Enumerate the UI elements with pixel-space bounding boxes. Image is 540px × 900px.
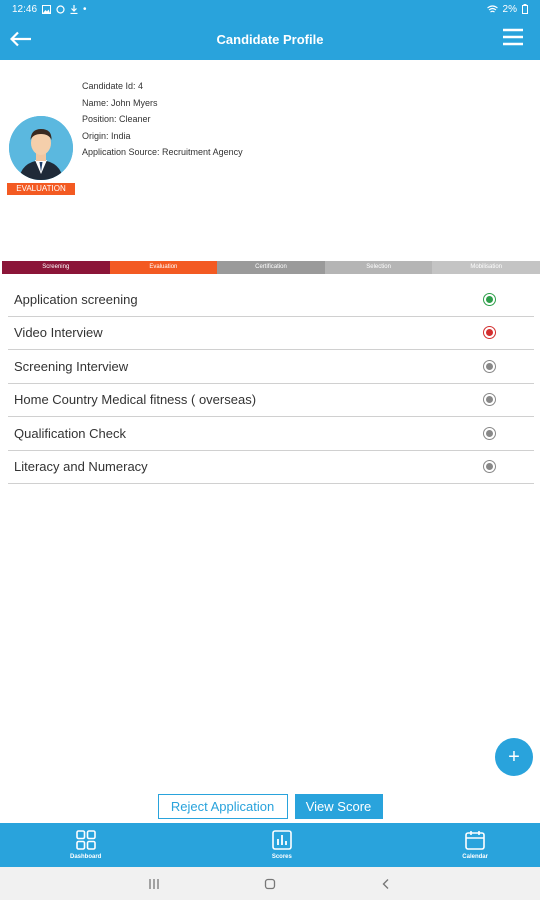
nav-label-scores: Scores <box>271 854 292 860</box>
recent-apps-icon[interactable] <box>148 878 160 890</box>
candidate-details: Candidate Id: 4 Name: John Myers Positio… <box>82 78 243 161</box>
app-bar: Candidate Profile <box>0 18 540 60</box>
home-icon[interactable] <box>264 878 276 890</box>
sync-notification-icon <box>56 4 65 14</box>
candidate-id: Candidate Id: 4 <box>82 81 144 91</box>
status-radio-icon <box>483 460 496 474</box>
stage-segment-certification: Certification <box>217 261 325 274</box>
wifi-icon <box>486 4 498 12</box>
list-item-label: Literacy and Numeracy <box>14 459 148 475</box>
candidate-origin: Origin: India <box>82 130 131 141</box>
hamburger-menu-icon <box>503 28 523 46</box>
list-item[interactable]: Application screening <box>8 283 534 317</box>
list-item[interactable]: Qualification Check <box>8 417 534 451</box>
battery-percent: 2% <box>502 3 517 15</box>
image-notification-icon <box>42 4 52 14</box>
status-radio-icon <box>483 292 496 306</box>
action-buttons: Reject Application View Score <box>0 794 540 819</box>
calendar-icon <box>465 831 485 850</box>
stage-segment-mobilisation: Mobilisation <box>432 261 540 274</box>
list-item-label: Video Interview <box>14 325 103 341</box>
system-navigation-bar <box>0 867 540 900</box>
list-item-label: Qualification Check <box>14 425 126 441</box>
nav-label-dashboard: Dashboard <box>70 854 102 860</box>
stage-segment-screening: Screening <box>2 261 110 274</box>
status-radio-icon <box>483 326 496 340</box>
list-item-label: Application screening <box>14 291 138 307</box>
plus-icon: + <box>508 745 520 768</box>
list-item[interactable]: Screening Interview <box>8 350 534 384</box>
status-bar: 12:46 • 2% <box>0 0 540 18</box>
avatar-block: EVALUATION <box>7 116 75 195</box>
candidate-name: Name: John Myers <box>82 97 158 108</box>
nav-item-scores[interactable]: Scores <box>272 823 292 867</box>
nav-item-dashboard[interactable]: Dashboard <box>70 823 101 867</box>
stage-segment-evaluation: Evaluation <box>109 261 218 274</box>
candidate-profile-section: EVALUATION Candidate Id: 4 Name: John My… <box>0 60 540 260</box>
person-avatar-icon <box>9 116 73 180</box>
stage-progress-bar: Screening Evaluation Certification Selec… <box>2 261 540 274</box>
dot-notification-icon: • <box>83 3 87 15</box>
stage-segment-selection: Selection <box>324 261 433 274</box>
list-item[interactable]: Video Interview <box>8 317 534 350</box>
nav-label-calendar: Calendar <box>462 854 488 860</box>
back-arrow-icon <box>10 31 31 47</box>
list-item-label: Home Country Medical fitness ( overseas) <box>14 392 257 408</box>
evaluation-checklist: Application screening Video Interview Sc… <box>8 283 534 484</box>
system-back-icon[interactable] <box>380 878 392 890</box>
candidate-source: Application Source: Recruitment Agency <box>82 147 243 158</box>
status-radio-icon <box>483 393 496 407</box>
avatar <box>9 116 73 180</box>
nav-item-calendar[interactable]: Calendar <box>462 823 488 867</box>
view-score-button[interactable]: View Score <box>294 794 383 819</box>
grid-icon <box>75 830 96 850</box>
candidate-position: Position: Cleaner <box>82 114 151 125</box>
bar-chart-icon <box>272 830 292 850</box>
status-time: 12:46 <box>12 3 38 15</box>
status-radio-icon <box>483 426 496 440</box>
page-title: Candidate Profile <box>216 31 324 47</box>
list-item-label: Screening Interview <box>14 358 129 374</box>
back-button[interactable] <box>8 26 34 52</box>
download-notification-icon <box>70 4 78 14</box>
menu-button[interactable] <box>502 28 524 50</box>
list-item[interactable]: Home Country Medical fitness ( overseas) <box>8 384 534 417</box>
stage-badge: EVALUATION <box>7 183 75 195</box>
battery-icon <box>522 4 528 14</box>
bottom-navigation: Dashboard Scores Calendar <box>0 823 540 867</box>
add-button[interactable]: + <box>495 738 533 776</box>
list-item[interactable]: Literacy and Numeracy <box>8 451 534 484</box>
status-radio-icon <box>483 359 496 373</box>
reject-application-button[interactable]: Reject Application <box>157 794 288 819</box>
